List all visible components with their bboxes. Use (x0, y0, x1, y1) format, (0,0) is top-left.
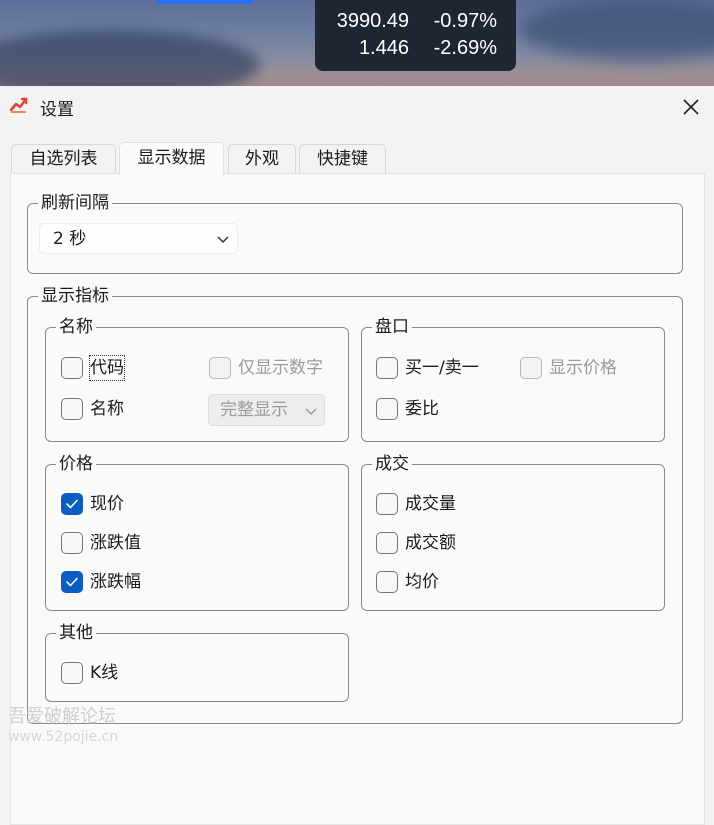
checkmark-icon (66, 499, 78, 509)
checkbox-label: 名称 (90, 399, 124, 419)
bid-ask-checkbox[interactable]: 买一/卖一 (376, 356, 479, 380)
tab-display-data[interactable]: 显示数据 (119, 142, 224, 175)
checkbox-label: 买一/卖一 (405, 358, 479, 378)
name-display-mode-select[interactable]: 完整显示 (208, 394, 325, 426)
change-value-checkbox[interactable]: 涨跌值 (61, 531, 141, 555)
current-price-checkbox[interactable]: 现价 (61, 492, 124, 516)
name-group: 名称 代码 仅显示数字 名称 完整显示 (45, 315, 349, 442)
ticker-value: 1.446 (358, 37, 409, 59)
ticker-value: 3990.49 (336, 10, 409, 32)
other-group: 其他 K线 (45, 621, 349, 702)
checkbox-label: 显示价格 (549, 358, 617, 378)
checkbox-label: 现价 (90, 494, 124, 514)
volume-group: 成交 成交量 成交额 均价 (361, 452, 665, 611)
group-label: 成交 (372, 452, 412, 476)
group-label: 显示指标 (38, 284, 112, 308)
close-button[interactable] (676, 92, 706, 122)
ticker-change: -0.97% (433, 10, 497, 32)
title-bar[interactable]: 设置 (0, 86, 714, 126)
refresh-interval-group: 刷新间隔 2 秒 (27, 191, 683, 274)
select-value: 完整显示 (220, 400, 288, 420)
code-checkbox[interactable]: 代码 (61, 355, 125, 381)
checkbox-box (376, 398, 398, 420)
order-ratio-checkbox[interactable]: 委比 (376, 397, 439, 421)
price-group: 价格 现价 涨跌值 涨跌幅 (45, 452, 349, 611)
amount-checkbox[interactable]: 成交额 (376, 531, 456, 555)
group-label: 名称 (56, 315, 96, 339)
checkbox-label: 委比 (405, 399, 439, 419)
checkbox-box (61, 662, 83, 684)
checkbox-label: 代码 (89, 355, 125, 381)
ticker-change: -2.69% (433, 37, 497, 59)
checkbox-label: 均价 (405, 572, 439, 592)
checkbox-box (520, 357, 542, 379)
close-icon (683, 99, 699, 115)
window-title: 设置 (40, 100, 74, 120)
tab-appearance[interactable]: 外观 (228, 144, 296, 173)
checkbox-label: 仅显示数字 (238, 358, 323, 378)
checkbox-box (376, 493, 398, 515)
checkbox-label: 涨跌幅 (90, 572, 141, 592)
checkbox-box (376, 532, 398, 554)
numbers-only-checkbox[interactable]: 仅显示数字 (209, 356, 323, 380)
taskbar-highlight (155, 0, 255, 4)
watermark-text: 吾爱破解论坛 (8, 706, 116, 727)
checkbox-label: K线 (90, 663, 119, 683)
order-book-group: 盘口 买一/卖一 显示价格 委比 (361, 315, 665, 442)
checkmark-icon (66, 577, 78, 587)
checkbox-box (61, 571, 83, 593)
tab-shortcuts[interactable]: 快捷键 (299, 144, 386, 173)
stock-chart-icon (9, 95, 29, 115)
chevron-down-icon (305, 408, 317, 416)
select-value: 2 秒 (53, 229, 87, 249)
checkbox-box (376, 571, 398, 593)
volume-checkbox[interactable]: 成交量 (376, 492, 456, 516)
tab-watchlist[interactable]: 自选列表 (11, 144, 116, 173)
stock-ticker-widget[interactable]: 3990.49 -0.97% 1.446 -2.69% (315, 0, 516, 71)
checkbox-box (61, 357, 83, 379)
checkbox-box (209, 357, 231, 379)
chevron-down-icon (217, 236, 229, 244)
checkbox-box (61, 532, 83, 554)
name-checkbox[interactable]: 名称 (61, 397, 124, 421)
settings-dialog: 设置 自选列表 显示数据 外观 快捷键 刷新间隔 2 秒 显示指标 名称 代码 … (0, 86, 714, 825)
checkbox-box (61, 493, 83, 515)
group-label: 其他 (56, 621, 96, 645)
group-label: 盘口 (372, 315, 412, 339)
checkbox-box (376, 357, 398, 379)
change-percent-checkbox[interactable]: 涨跌幅 (61, 570, 141, 594)
checkbox-box (61, 398, 83, 420)
checkbox-label: 成交量 (405, 494, 456, 514)
watermark: 吾爱破解论坛 www.52pojie.cn (8, 707, 118, 747)
refresh-interval-select[interactable]: 2 秒 (39, 223, 238, 254)
show-price-checkbox[interactable]: 显示价格 (520, 356, 617, 380)
display-indicators-group: 显示指标 名称 代码 仅显示数字 名称 完整显示 盘口 买一/卖一 显示价格 委… (27, 284, 683, 724)
group-label: 刷新间隔 (38, 191, 112, 215)
kline-checkbox[interactable]: K线 (61, 661, 118, 685)
checkbox-label: 涨跌值 (90, 533, 141, 553)
watermark-url: www.52pojie.cn (8, 729, 119, 745)
group-label: 价格 (56, 452, 96, 476)
avg-price-checkbox[interactable]: 均价 (376, 570, 439, 594)
checkbox-label: 成交额 (405, 533, 456, 553)
